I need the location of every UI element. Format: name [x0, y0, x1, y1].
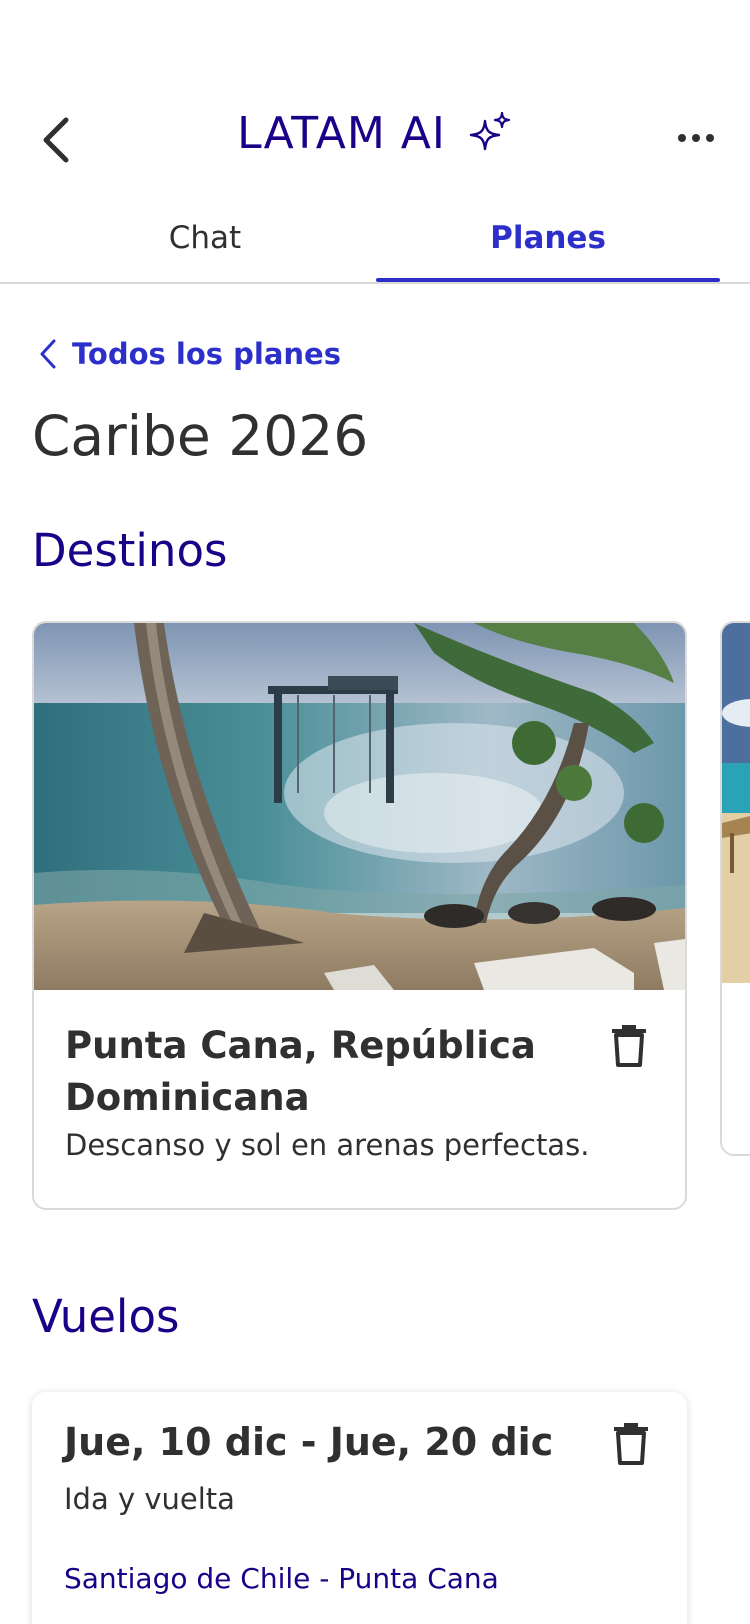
trash-icon [612, 1025, 646, 1067]
destination-card[interactable]: Punta Cana, República Dominicana Descans… [32, 621, 687, 1210]
trash-icon [614, 1423, 648, 1465]
delete-destination-button[interactable] [610, 1024, 648, 1068]
destinations-section-title: Destinos [32, 524, 228, 577]
app-title-text: LATAM AI [237, 108, 446, 159]
tab-planes[interactable]: Planes [376, 220, 720, 256]
destination-image-next [722, 623, 750, 1154]
chevron-left-icon [40, 339, 56, 369]
flight-dates: Jue, 10 dic - Jue, 20 dic [64, 1420, 554, 1464]
all-plans-link[interactable]: Todos los planes [36, 334, 341, 374]
flight-trip-type: Ida y vuelta [64, 1482, 235, 1516]
destination-image [34, 623, 685, 990]
active-tab-indicator [376, 278, 720, 282]
tab-bar: Chat Planes [0, 206, 750, 284]
all-plans-label: Todos los planes [72, 337, 341, 371]
tab-chat[interactable]: Chat [40, 220, 370, 256]
flight-card[interactable]: Jue, 10 dic - Jue, 20 dic Ida y vuelta S… [32, 1392, 687, 1624]
more-options-button[interactable] [676, 126, 716, 150]
destination-info: Punta Cana, República Dominicana Descans… [34, 990, 685, 1208]
flights-section-title: Vuelos [32, 1290, 180, 1343]
destination-name: Punta Cana, República Dominicana [65, 1024, 536, 1119]
delete-flight-button[interactable] [612, 1422, 650, 1466]
destination-card-next[interactable] [720, 621, 750, 1156]
destination-description: Descanso y sol en arenas perfectas. [65, 1128, 590, 1162]
plan-title: Caribe 2026 [32, 404, 369, 468]
app-title: LATAM AI [0, 108, 750, 159]
sparkle-icon [469, 111, 510, 151]
top-app-bar: LATAM AI [0, 0, 750, 200]
flight-route: Santiago de Chile - Punta Cana [64, 1562, 499, 1595]
